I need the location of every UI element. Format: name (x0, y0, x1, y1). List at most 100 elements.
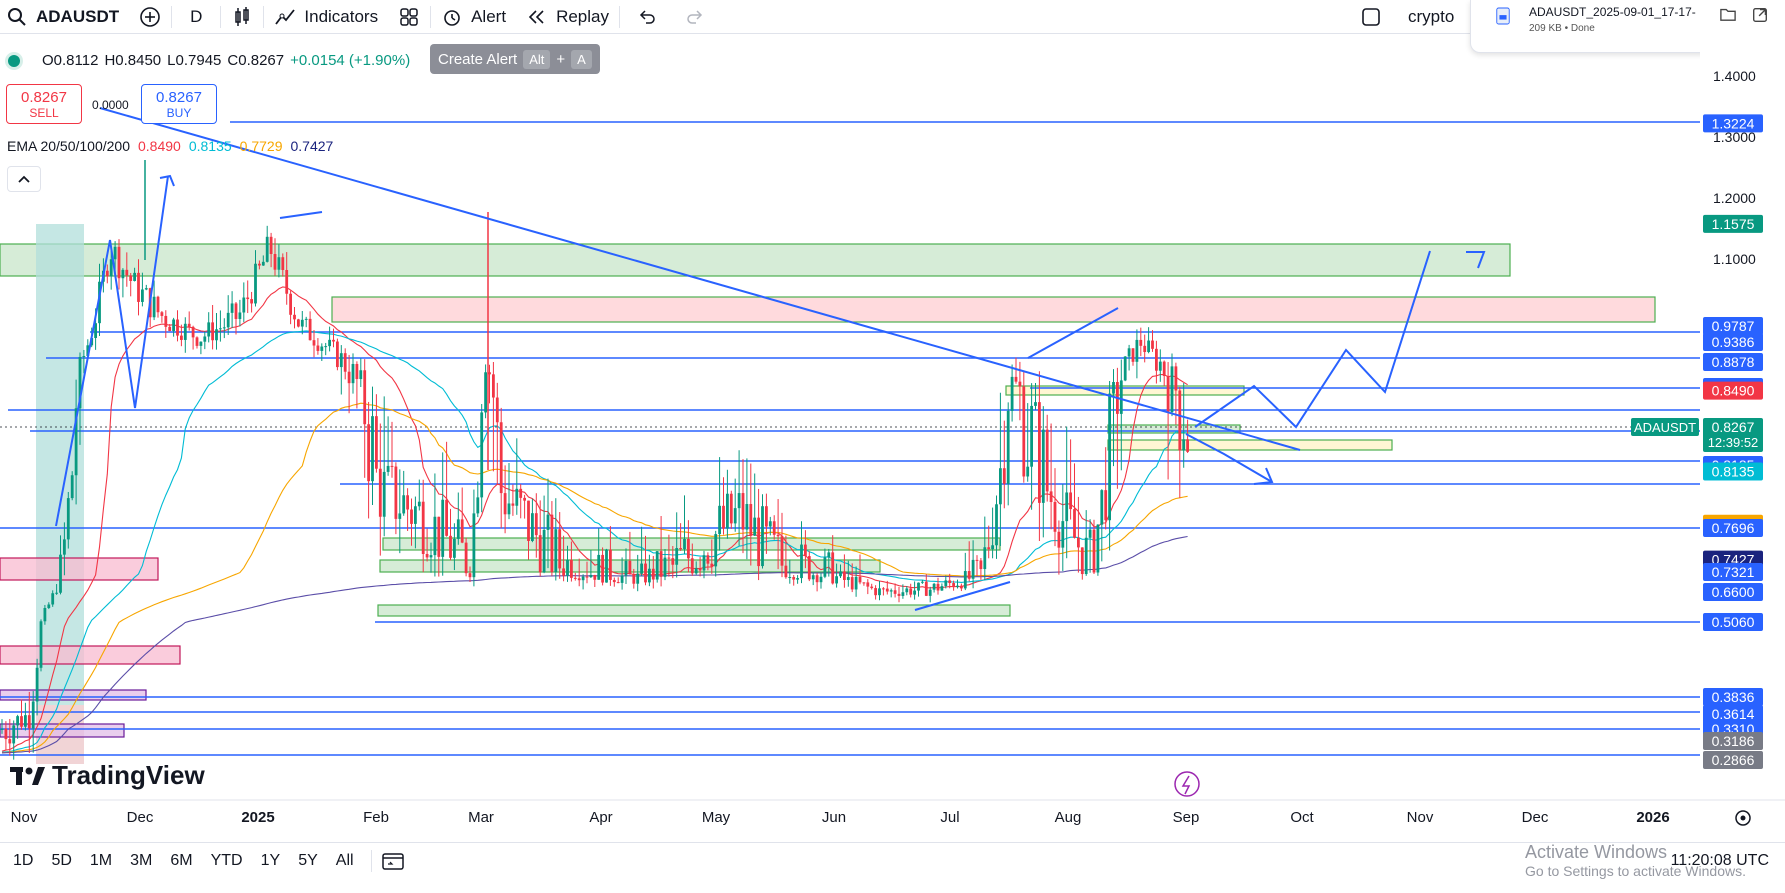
candle-body (663, 557, 667, 577)
range-button-ytd[interactable]: YTD (202, 852, 252, 870)
symbol-search[interactable]: ADAUSDT (0, 0, 129, 33)
candle-body (464, 542, 468, 574)
candle-body (702, 555, 706, 571)
range-button-6m[interactable]: 6M (161, 852, 201, 870)
x-tick-label: 2026 (1636, 809, 1669, 826)
candle-body (51, 593, 55, 605)
y-tick-label: 1.4000 (1713, 68, 1756, 84)
chart-type-button[interactable] (221, 0, 263, 33)
candle-body (234, 303, 238, 319)
candle-body (1069, 492, 1072, 510)
candle-body (542, 529, 546, 573)
candle-body (226, 312, 230, 328)
sell-button[interactable]: 0.8267 SELL (6, 84, 82, 124)
candle-body (66, 498, 70, 540)
candle-body (924, 581, 928, 596)
layouts-button[interactable] (388, 0, 430, 33)
candle-body (581, 576, 585, 581)
candle-body (893, 590, 897, 594)
candle-body (456, 519, 460, 539)
candle-body (328, 339, 331, 347)
date-range-icon[interactable] (380, 850, 406, 872)
redo-button[interactable] (674, 0, 716, 33)
download-filename[interactable]: ADAUSDT_2025-09-01_17-17- (1529, 5, 1709, 19)
price-tag-text: 0.7321 (1712, 564, 1755, 580)
indicators-button[interactable]: Indicators (264, 0, 388, 33)
candle-body (936, 583, 940, 591)
candle-body (620, 575, 624, 583)
bottom-toolbar: 1D 5D 1M 3M 6M YTD 1Y 5Y All 11:20:08 UTC (0, 842, 1785, 879)
candle-body (757, 517, 760, 567)
range-button-1m[interactable]: 1M (81, 852, 121, 870)
range-button-5y[interactable]: 5Y (289, 852, 327, 870)
candle-body (453, 538, 456, 558)
candle-body (737, 493, 741, 509)
price-tag-text: 0.3836 (1712, 689, 1755, 705)
price-tag-text: 0.8135 (1712, 463, 1755, 479)
candle-body (1034, 402, 1037, 406)
search-icon (8, 7, 26, 26)
candle-body (269, 236, 273, 254)
price-tag-text: 0.8490 (1712, 383, 1755, 399)
candle-body (1174, 366, 1178, 391)
candle-body (1088, 529, 1092, 538)
watchlist-name[interactable]: crypto (1398, 0, 1464, 33)
price-tag-text: 0.3614 (1712, 706, 1755, 722)
candle-body (1073, 509, 1076, 538)
candle-body (885, 588, 889, 592)
range-button-5d[interactable]: 5D (42, 852, 80, 870)
candle-body (784, 565, 788, 578)
compare-button[interactable] (129, 0, 171, 33)
ema-legend[interactable]: EMA 20/50/100/200 0.8490 0.8135 0.7729 0… (7, 138, 333, 154)
x-tick-label: Nov (11, 809, 38, 826)
candle-body (199, 341, 203, 346)
candle-body (297, 319, 300, 327)
open-external-icon[interactable] (1751, 6, 1769, 24)
zone-8 (382, 537, 1001, 551)
candle-body (398, 513, 402, 519)
range-button-1y[interactable]: 1Y (252, 852, 290, 870)
candle-body (1049, 491, 1053, 503)
interval-button[interactable]: D (172, 0, 220, 33)
candle-body (4, 728, 8, 740)
candle-body (449, 535, 452, 558)
undo-button[interactable] (620, 0, 674, 33)
price-chart[interactable]: 1.40001.30001.20001.10001.32241.15750.97… (0, 34, 1785, 842)
alert-button[interactable]: Alert (431, 0, 516, 33)
range-button-1d[interactable]: 1D (4, 852, 42, 870)
candle-body (289, 293, 292, 315)
candle-body (967, 571, 971, 579)
candle-body (605, 549, 608, 583)
candle-body (152, 296, 156, 318)
candle-body (772, 521, 776, 535)
candle-body (527, 500, 530, 541)
candle-body (484, 372, 487, 413)
replay-button[interactable]: Replay (516, 0, 619, 33)
candle-body (562, 568, 565, 576)
watermark-line2: Go to Settings to activate Windows. (1525, 863, 1746, 879)
y-tick-label: 1.1000 (1713, 251, 1756, 267)
candle-body (944, 580, 948, 587)
x-tick-label: Dec (127, 809, 154, 826)
candle-body (312, 340, 316, 346)
candle-body (577, 578, 581, 581)
candle-body (429, 555, 433, 558)
zone-4 (0, 557, 159, 581)
candle-body (1119, 380, 1123, 414)
candle-body (780, 536, 784, 566)
candle-body (265, 236, 269, 262)
candles-icon (235, 6, 250, 26)
range-button-all[interactable]: All (327, 852, 363, 870)
range-button-3m[interactable]: 3M (121, 852, 161, 870)
candle-body (511, 503, 515, 506)
folder-icon[interactable] (1719, 6, 1737, 22)
candle-body (1155, 348, 1158, 371)
candle-body (862, 582, 866, 584)
fullscreen-toggle[interactable] (1350, 0, 1392, 33)
candle-body (20, 716, 23, 727)
candle-body (16, 716, 19, 726)
candle-body (285, 270, 289, 294)
candle-body (1041, 429, 1045, 503)
buy-button[interactable]: 0.8267 BUY (141, 84, 217, 124)
collapse-legend-button[interactable] (7, 166, 41, 192)
